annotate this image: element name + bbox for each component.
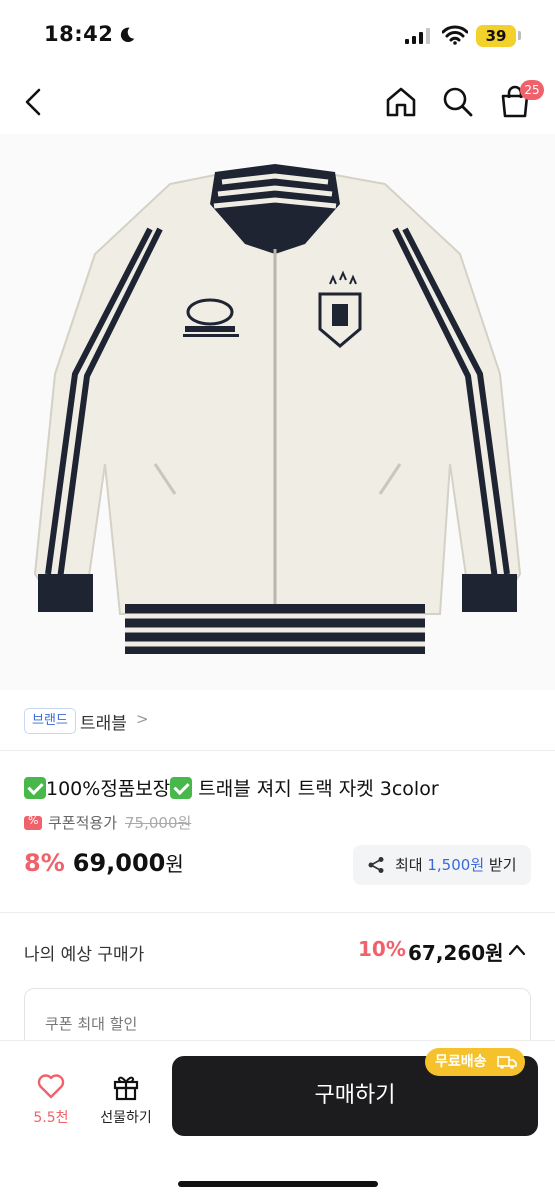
- share-amount: 1,500원: [427, 856, 485, 874]
- expected-price: 67,260원: [408, 941, 504, 965]
- chevron-left-icon[interactable]: [16, 84, 52, 120]
- coupon-label: 쿠폰적용가: [48, 814, 118, 832]
- share-suffix: 받기: [484, 856, 517, 874]
- expected-discount: 10%: [358, 937, 406, 961]
- share-reward-text: 최대 1,500원 받기: [395, 845, 517, 885]
- gift-icon: [113, 1076, 139, 1101]
- free-shipping-badge: 무료배송: [425, 1048, 525, 1076]
- coupon-price-row: 쿠폰적용가 75,000원: [24, 812, 191, 834]
- share-reward-button[interactable]: 최대 1,500원 받기: [353, 845, 531, 885]
- price-row: 8% 69,000원: [24, 848, 184, 882]
- check-icon: [170, 777, 193, 799]
- gift-button[interactable]: 선물하기: [92, 1069, 160, 1139]
- cellular-signal-icon: [405, 28, 430, 44]
- bottom-action-bar: 5.5천 선물하기 구매하기 무료배송: [0, 1040, 555, 1200]
- sale-price: 69,000: [72, 849, 166, 877]
- search-icon[interactable]: [440, 84, 476, 120]
- status-time: 18:42: [44, 22, 114, 46]
- status-bar: 18:42 39: [0, 0, 555, 72]
- cart-count-badge: 25: [520, 80, 544, 100]
- home-indicator: [178, 1181, 378, 1187]
- top-nav: [0, 72, 555, 134]
- share-icon: [368, 857, 384, 873]
- jacket-illustration: [33, 164, 522, 654]
- chevron-right-icon: >: [136, 710, 149, 728]
- expected-price-label: 나의 예상 구매가: [24, 945, 145, 965]
- battery-tip: [518, 31, 521, 40]
- truck-icon: [497, 1056, 517, 1069]
- brand-name[interactable]: 트래블: [80, 709, 127, 734]
- brand-row[interactable]: 브랜드 트래블 >: [0, 700, 555, 744]
- product-image[interactable]: [0, 134, 555, 690]
- coupon-max-discount-label: 쿠폰 최대 할인: [45, 1015, 138, 1033]
- original-price: 75,000원: [125, 814, 192, 832]
- product-title: 100%정품보장 트래블 져지 트랙 자켓 3color: [24, 774, 439, 801]
- price-unit: 원: [165, 852, 184, 876]
- title-part-2: 트래블 져지 트랙 자켓 3color: [192, 778, 439, 800]
- chevron-up-icon[interactable]: [507, 940, 527, 960]
- battery-indicator: 39: [476, 25, 516, 47]
- coupon-icon: [24, 814, 42, 830]
- gift-label: 선물하기: [100, 1110, 152, 1126]
- divider: [0, 750, 555, 751]
- heart-icon: [37, 1074, 65, 1099]
- title-part-1: 100%정품보장: [46, 778, 171, 800]
- wifi-icon: [442, 25, 468, 45]
- discount-rate: 8%: [24, 849, 65, 877]
- like-count: 5.5천: [33, 1110, 69, 1126]
- home-icon[interactable]: [383, 84, 419, 120]
- brand-badge: 브랜드: [24, 708, 76, 734]
- share-prefix: 최대: [395, 856, 428, 874]
- moon-icon: [120, 27, 135, 43]
- divider: [0, 912, 555, 913]
- check-icon: [24, 777, 46, 799]
- like-button[interactable]: 5.5천: [22, 1069, 80, 1139]
- free-shipping-label: 무료배송: [435, 1054, 487, 1070]
